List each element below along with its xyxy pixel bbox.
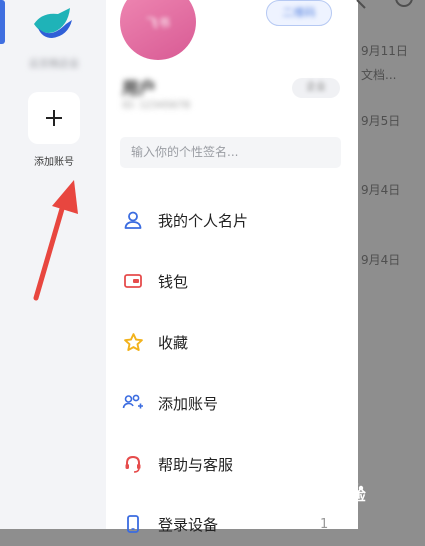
background-doc-text: 文档...	[361, 68, 397, 82]
background-date: 9月5日	[361, 114, 401, 128]
user-id: ID: 12345678	[122, 100, 191, 111]
account-rail: 云文档企业 添加账号	[0, 0, 106, 529]
paw-logo-icon	[342, 481, 364, 501]
menu-item-add-account[interactable]: 添加账号	[106, 381, 358, 425]
annotation-arrow-icon	[33, 180, 78, 301]
user-name: 用户	[122, 79, 156, 99]
search-icon	[356, 0, 366, 9]
phone-icon	[122, 513, 144, 535]
menu-label: 登录设备	[158, 515, 219, 534]
background-date: 9月4日	[361, 253, 401, 267]
background-date: 9月11日	[361, 44, 408, 58]
add-people-icon	[122, 392, 144, 414]
rail-account-name: 云文档企业	[29, 59, 79, 70]
menu-item-favorites[interactable]: 收藏	[106, 320, 358, 364]
menu-item-business-card[interactable]: 我的个人名片	[106, 198, 358, 242]
headset-icon	[122, 453, 144, 475]
background-header-icons	[356, 0, 413, 9]
menu-label: 帮助与客服	[158, 455, 234, 474]
menu-item-wallet[interactable]: 钱包	[106, 259, 358, 303]
menu-label: 钱包	[158, 272, 189, 291]
menu-label: 添加账号	[158, 394, 219, 413]
add-account-label: 添加账号	[34, 157, 74, 168]
org-badge[interactable]: 企业	[292, 78, 340, 98]
menu-label: 我的个人名片	[158, 211, 249, 230]
star-icon	[122, 331, 144, 353]
add-icon	[395, 0, 413, 7]
device-count: 1	[320, 516, 329, 532]
background-date: 9月4日	[361, 183, 401, 197]
profile-drawer: 飞书 二维码 用户 ID: 12345678 企业 输入你的个性签名... 我的…	[106, 0, 358, 534]
person-icon	[122, 209, 144, 231]
menu-label: 收藏	[158, 333, 189, 352]
baidu-watermark: Bai经验	[309, 480, 419, 510]
add-account-button[interactable]	[28, 92, 80, 144]
plus-icon	[46, 110, 62, 126]
signature-input[interactable]: 输入你的个性签名...	[120, 137, 341, 168]
wallet-icon	[122, 270, 144, 292]
